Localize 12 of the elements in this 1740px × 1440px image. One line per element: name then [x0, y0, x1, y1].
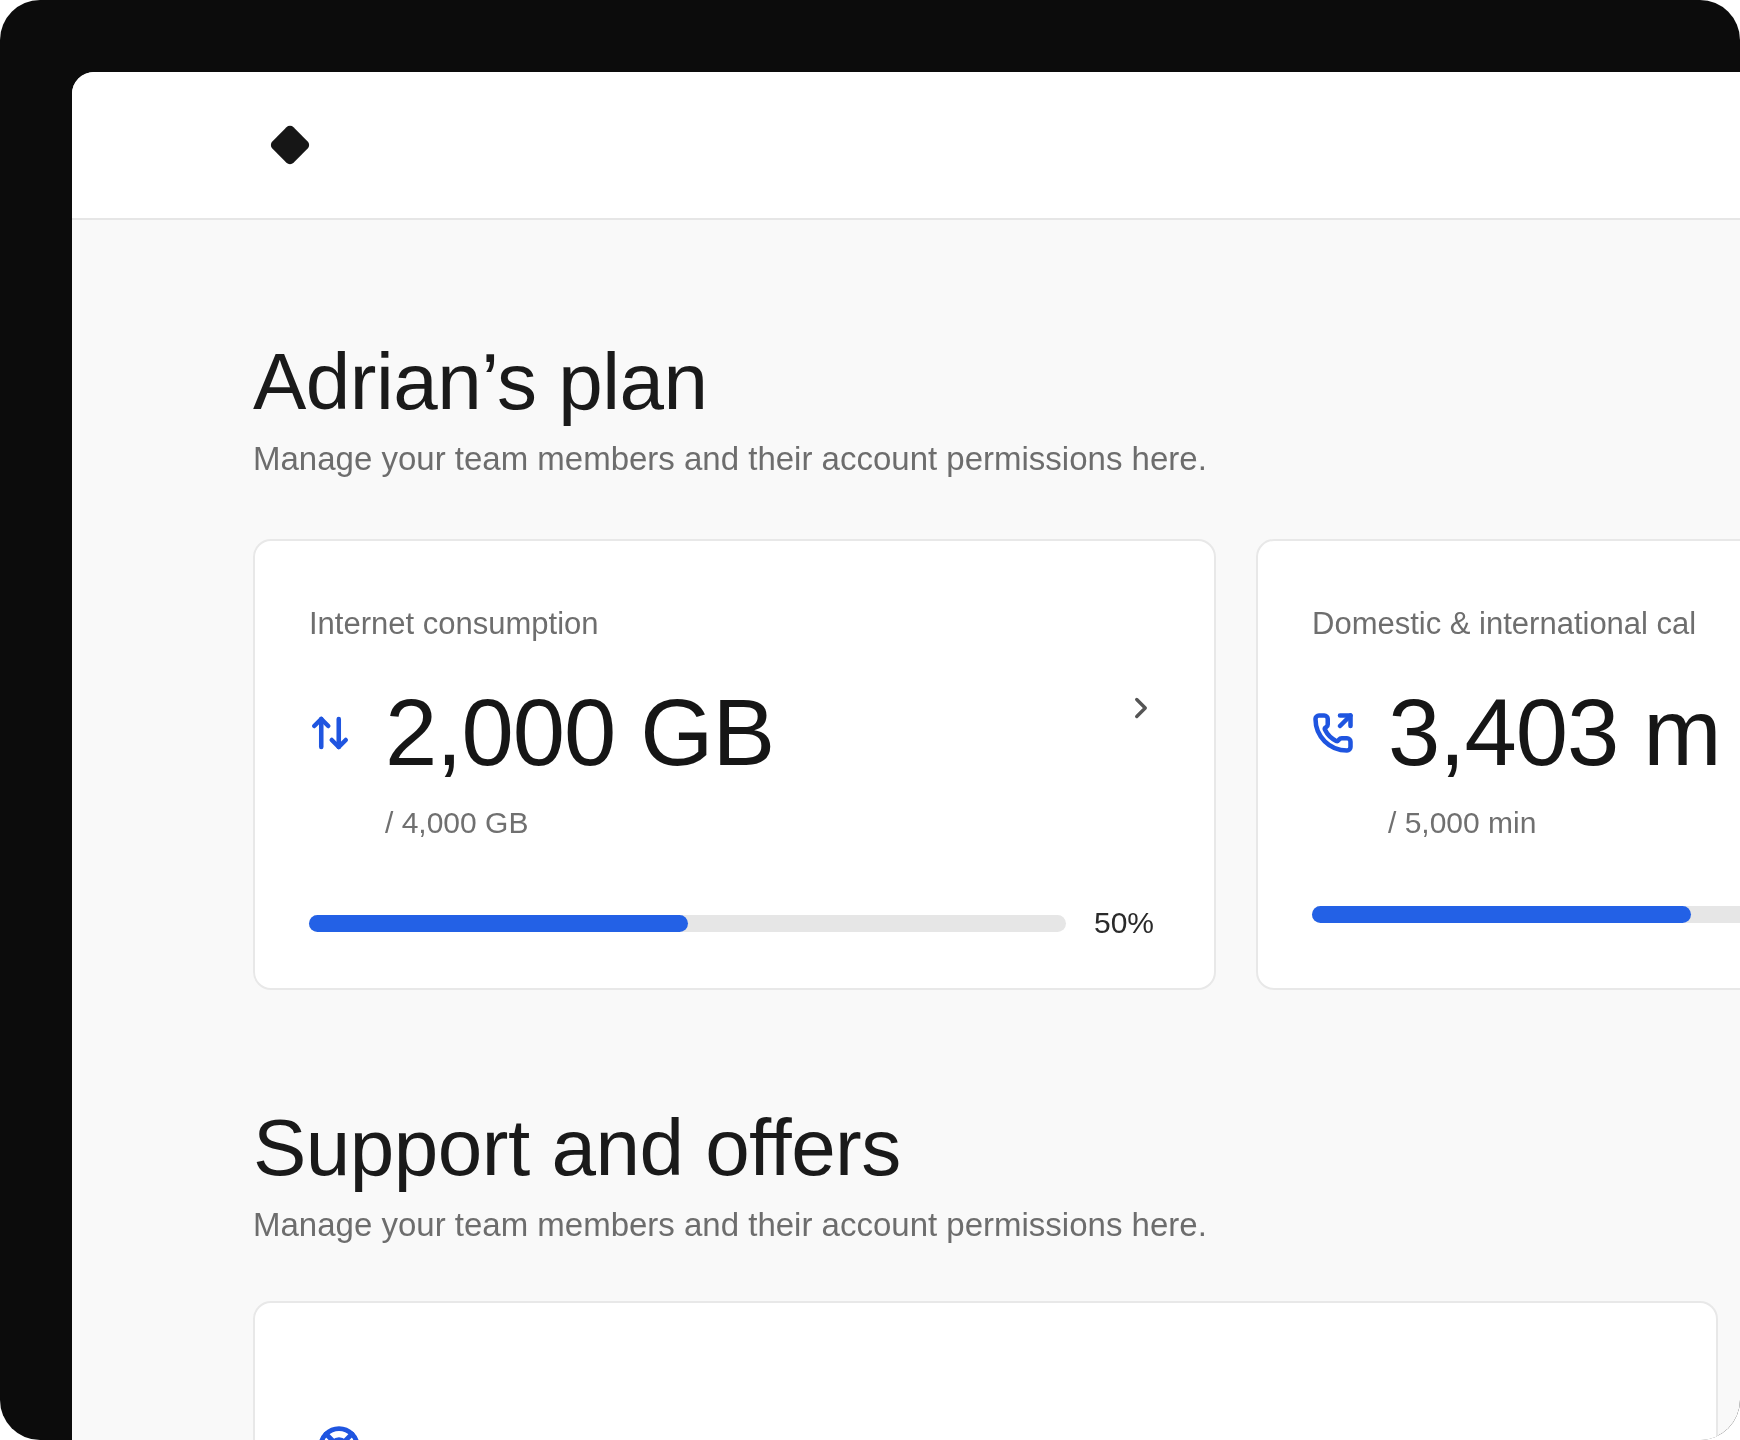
card-label: Internet consumption: [309, 604, 600, 643]
section-title: Support and offers: [253, 1101, 902, 1194]
usage-value: 2,000 GB: [385, 686, 775, 781]
usage-limit: / 5,000 min: [1388, 806, 1538, 841]
usage-percent: 50%: [1094, 906, 1155, 941]
section-subtitle: Manage your team members and their account permissions here.: [253, 439, 1208, 479]
usage-value: 3,403 m: [1388, 686, 1721, 781]
usage-limit: / 4,000 GB: [385, 806, 530, 841]
phone-outgoing-icon: [1312, 712, 1354, 755]
card-label: Domestic & international cal: [1312, 604, 1698, 643]
section-subtitle: Manage your team members and their account permissions here.: [253, 1204, 1208, 1245]
section-title: Adrian’s plan: [253, 336, 709, 428]
